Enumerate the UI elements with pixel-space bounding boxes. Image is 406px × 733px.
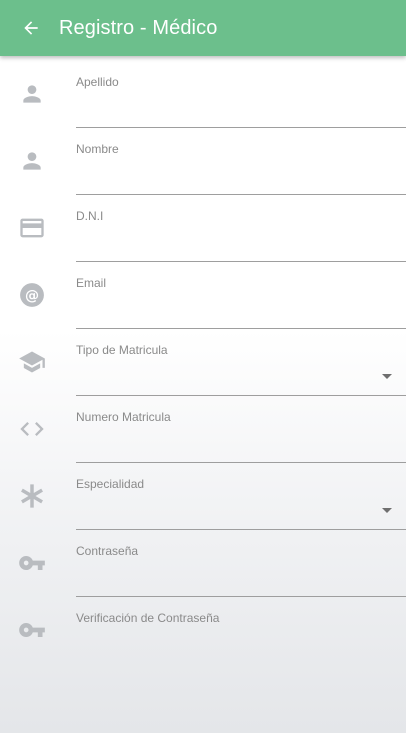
tipo-matricula-value <box>76 358 406 388</box>
verificacion-contrasena-label: Verificación de Contraseña <box>76 611 220 625</box>
tipo-matricula-label: Tipo de Matricula <box>76 343 168 357</box>
app-bar: Registro - Médico <box>0 0 406 56</box>
card-icon <box>18 215 46 241</box>
numero-matricula-field[interactable]: Numero Matricula <box>76 391 406 463</box>
person-icon <box>18 148 46 174</box>
verificacion-contrasena-field[interactable]: Verificación de Contraseña <box>76 592 406 663</box>
especialidad-select[interactable]: Especialidad <box>76 458 406 530</box>
page-title: Registro - Médico <box>59 16 218 39</box>
form-row-apellido: Apellido <box>0 56 406 128</box>
nombre-input[interactable] <box>76 157 406 187</box>
tipo-matricula-select[interactable]: Tipo de Matricula <box>76 324 406 396</box>
code-icon <box>18 416 46 442</box>
nombre-label: Nombre <box>76 142 119 156</box>
email-field[interactable]: Email <box>76 257 406 329</box>
email-label: Email <box>76 276 107 290</box>
dropdown-arrow-icon[interactable] <box>382 508 392 513</box>
school-icon <box>18 349 46 375</box>
back-button[interactable] <box>19 16 43 40</box>
key-icon <box>18 550 46 576</box>
apellido-field[interactable]: Apellido <box>76 56 406 128</box>
arrow-left-icon <box>24 21 38 35</box>
svg-text:@: @ <box>25 288 39 304</box>
form-row-dni: D.N.I <box>0 190 406 262</box>
at-icon: @ <box>18 282 46 308</box>
person-icon <box>18 81 46 107</box>
verificacion-contrasena-input[interactable] <box>76 626 406 656</box>
apellido-label: Apellido <box>76 75 119 89</box>
form-row-numero-matricula: Numero Matricula <box>0 391 406 463</box>
registration-form: Apellido Nombre D.N.I @ Email Tipo de Ma… <box>0 56 406 659</box>
dropdown-arrow-icon[interactable] <box>382 374 392 379</box>
form-row-especialidad: Especialidad <box>0 458 406 530</box>
nombre-field[interactable]: Nombre <box>76 123 406 195</box>
apellido-input[interactable] <box>76 90 406 120</box>
form-row-verificacion-contrasena: Verificación de Contraseña <box>0 592 406 659</box>
especialidad-value <box>76 492 406 522</box>
form-row-tipo-matricula: Tipo de Matricula <box>0 324 406 396</box>
dni-field[interactable]: D.N.I <box>76 190 406 262</box>
dni-label: D.N.I <box>76 209 104 223</box>
contrasena-input[interactable] <box>76 559 406 589</box>
email-input[interactable] <box>76 291 406 321</box>
form-row-email: @ Email <box>0 257 406 329</box>
dni-input[interactable] <box>76 224 406 254</box>
form-row-nombre: Nombre <box>0 123 406 195</box>
numero-matricula-input[interactable] <box>76 425 406 455</box>
especialidad-label: Especialidad <box>76 477 145 491</box>
key-icon <box>18 617 46 643</box>
asterisk-icon <box>18 483 46 509</box>
numero-matricula-label: Numero Matricula <box>76 410 171 424</box>
form-row-contrasena: Contraseña <box>0 525 406 597</box>
contrasena-label: Contraseña <box>76 544 139 558</box>
contrasena-field[interactable]: Contraseña <box>76 525 406 597</box>
